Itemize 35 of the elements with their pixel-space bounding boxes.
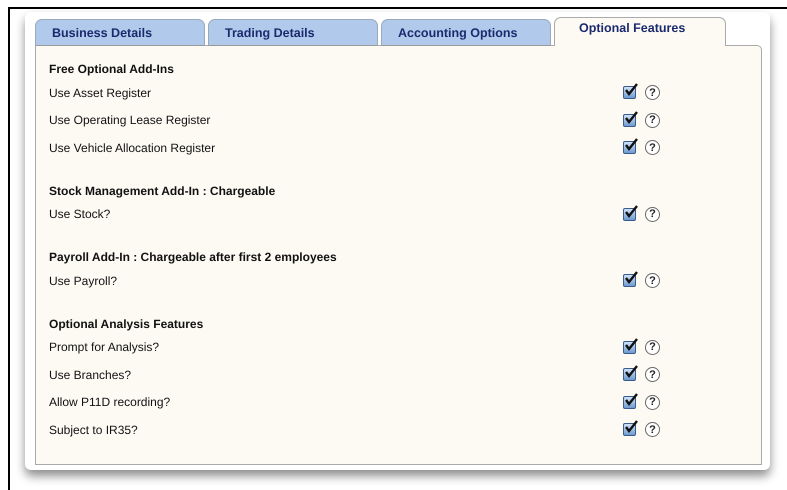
checkbox[interactable] — [623, 368, 636, 382]
checkbox[interactable] — [623, 423, 636, 436]
option-label: Allow P11D recording? — [49, 395, 172, 410]
help-button[interactable]: ? — [645, 140, 660, 156]
tab[interactable]: Trading Details — [208, 19, 378, 46]
checkbox[interactable] — [623, 396, 636, 409]
section-heading: Optional Analysis Features — [49, 316, 204, 332]
help-button[interactable]: ? — [645, 367, 660, 382]
help-button[interactable]: ? — [645, 273, 660, 288]
checkbox[interactable] — [623, 86, 636, 100]
option-label: Use Branches? — [49, 368, 132, 382]
checkbox[interactable] — [623, 208, 636, 221]
option-label: Subject to IR35? — [49, 422, 139, 437]
checkbox[interactable] — [623, 114, 636, 127]
tab[interactable]: Optional Features — [554, 17, 726, 46]
option-label: Prompt for Analysis? — [49, 340, 160, 354]
tab[interactable]: Business Details — [35, 19, 205, 46]
checkbox[interactable] — [623, 340, 636, 354]
checkbox[interactable] — [623, 141, 636, 154]
option-label: Use Asset Register — [49, 86, 152, 100]
option-label: Use Operating Lease Register — [49, 113, 212, 128]
section-heading: Payroll Add-In : Chargeable after first 2 employees — [49, 249, 338, 266]
help-button[interactable]: ? — [645, 85, 660, 100]
option-label: Use Payroll? — [49, 274, 118, 288]
option-label: Use Stock? — [49, 207, 112, 222]
help-button[interactable]: ? — [645, 206, 660, 222]
help-button[interactable]: ? — [645, 112, 660, 128]
checkbox[interactable] — [623, 274, 636, 288]
section-heading: Stock Management Add-In : Chargeable — [49, 182, 276, 200]
tab[interactable]: Accounting Options — [381, 19, 551, 46]
section-heading: Free Optional Add-Ins — [49, 61, 175, 78]
help-button[interactable]: ? — [645, 422, 660, 438]
option-label: Use Vehicle Allocation Register — [49, 140, 216, 155]
help-button[interactable]: ? — [645, 394, 660, 410]
help-button[interactable]: ? — [645, 340, 660, 355]
